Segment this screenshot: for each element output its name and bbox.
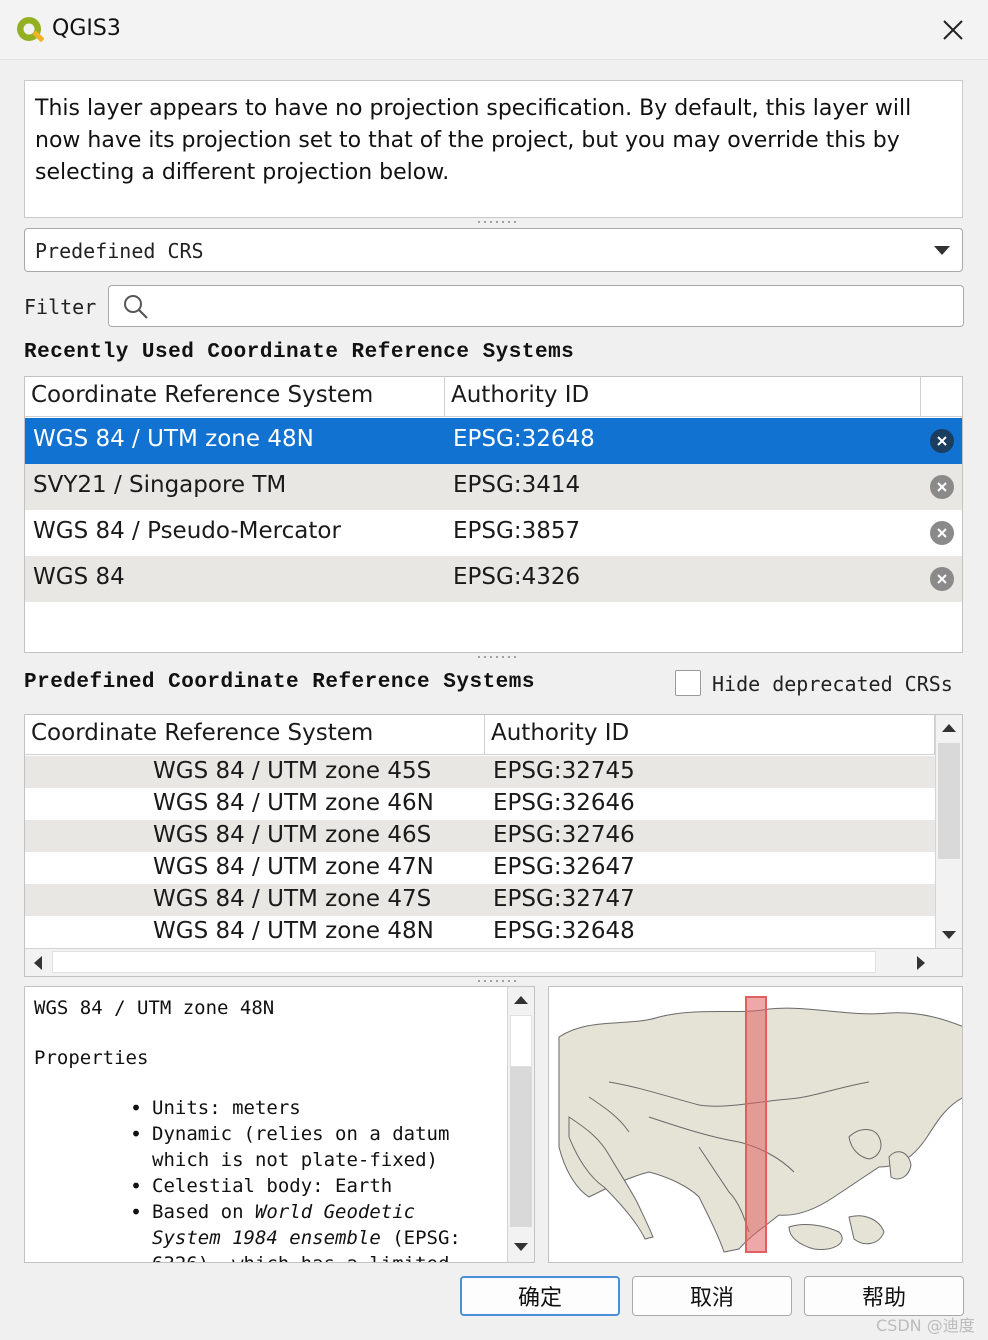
splitter-handle[interactable] bbox=[476, 979, 516, 983]
crs-name: WGS 84 / UTM zone 46S bbox=[153, 822, 432, 848]
predefined-crs-heading: Predefined Coordinate Reference Systems bbox=[24, 671, 535, 694]
crs-authority-id: EPSG:3857 bbox=[453, 518, 581, 544]
scroll-up-icon[interactable] bbox=[514, 996, 528, 1004]
cancel-button[interactable]: 取消 bbox=[632, 1276, 792, 1316]
crs-mode-select[interactable]: Predefined CRS bbox=[24, 228, 963, 272]
datum-link: World Geodetic bbox=[254, 1201, 416, 1223]
crs-authority-id: EPSG:3414 bbox=[453, 472, 581, 498]
detail-dynamic: Dynamic (relies on a datum which is not … bbox=[130, 1121, 504, 1173]
detail-celestial-body: Celestial body: Earth bbox=[130, 1173, 504, 1199]
detail-based-suffix: (EPSG: bbox=[380, 1227, 461, 1249]
table-row[interactable]: WGS 84 / UTM zone 47S EPSG:32747 bbox=[25, 884, 935, 916]
crs-name: WGS 84 / UTM zone 48N bbox=[33, 426, 314, 452]
detail-based-prefix: Based on bbox=[152, 1201, 255, 1223]
title-bar bbox=[0, 0, 988, 60]
table-row[interactable]: WGS 84 / UTM zone 45S EPSG:32745 bbox=[25, 756, 935, 788]
scroll-thumb[interactable] bbox=[52, 951, 876, 973]
predefined-col-crs[interactable]: Coordinate Reference System bbox=[25, 715, 485, 755]
table-row[interactable]: WGS 84 / UTM zone 46S EPSG:32746 bbox=[25, 820, 935, 852]
detail-based-on: Based on World Geodetic System 1984 ense… bbox=[130, 1199, 504, 1262]
crs-name: WGS 84 / UTM zone 48N bbox=[153, 918, 434, 944]
detail-based-line3: 6326), which has a limited bbox=[152, 1253, 449, 1262]
scroll-thumb[interactable] bbox=[510, 1015, 532, 1067]
close-icon bbox=[943, 20, 963, 40]
crs-authority-id: EPSG:32648 bbox=[453, 426, 595, 452]
details-crs-title: WGS 84 / UTM zone 48N bbox=[34, 997, 275, 1019]
splitter-handle[interactable] bbox=[476, 655, 516, 659]
help-button[interactable]: 帮助 bbox=[804, 1276, 964, 1316]
table-row[interactable]: SVY21 / Singapore TM EPSG:3414 bbox=[25, 464, 962, 510]
crs-name: WGS 84 / Pseudo-Mercator bbox=[33, 518, 341, 544]
hide-deprecated-checkbox[interactable] bbox=[675, 670, 701, 696]
crs-name: WGS 84 bbox=[33, 564, 125, 590]
table-row[interactable]: WGS 84 EPSG:4326 bbox=[25, 556, 962, 602]
recent-crs-table: Coordinate Reference System Authority ID… bbox=[24, 376, 963, 653]
vertical-scrollbar[interactable] bbox=[935, 715, 962, 948]
scroll-track[interactable] bbox=[510, 1067, 532, 1227]
detail-dynamic-line1: Dynamic (relies on a datum bbox=[152, 1123, 450, 1145]
scroll-left-icon[interactable] bbox=[34, 956, 42, 970]
world-map bbox=[549, 987, 962, 1262]
crs-mode-value: Predefined CRS bbox=[35, 239, 204, 263]
crs-name: WGS 84 / UTM zone 47S bbox=[153, 886, 432, 912]
scroll-down-icon[interactable] bbox=[942, 931, 956, 939]
hide-deprecated-label[interactable]: Hide deprecated CRSs bbox=[712, 672, 953, 696]
filter-label: Filter bbox=[24, 295, 97, 319]
search-icon bbox=[124, 295, 148, 319]
details-vertical-scrollbar[interactable] bbox=[507, 987, 534, 1262]
scroll-thumb[interactable] bbox=[938, 743, 960, 859]
crs-extent-highlight bbox=[745, 996, 767, 1253]
crs-name: WGS 84 / UTM zone 45S bbox=[153, 758, 432, 784]
crs-name: SVY21 / Singapore TM bbox=[33, 472, 287, 498]
table-row[interactable]: WGS 84 / UTM zone 47N EPSG:32647 bbox=[25, 852, 935, 884]
recent-col-authority[interactable]: Authority ID bbox=[445, 377, 921, 417]
detail-units: Units: meters bbox=[130, 1095, 504, 1121]
remove-icon[interactable] bbox=[930, 475, 954, 499]
predefined-crs-table: Coordinate Reference System Authority ID… bbox=[24, 714, 963, 977]
filter-input[interactable] bbox=[108, 285, 964, 327]
details-properties-list: Units: meters Dynamic (relies on a datum… bbox=[130, 1095, 504, 1262]
scroll-right-icon[interactable] bbox=[917, 956, 925, 970]
crs-authority-id: EPSG:32747 bbox=[493, 886, 635, 912]
qgis-logo-icon bbox=[17, 17, 45, 42]
window-title: QGIS3 bbox=[52, 16, 121, 41]
crs-authority-id: EPSG:32745 bbox=[493, 758, 635, 784]
crs-authority-id: EPSG:32646 bbox=[493, 790, 635, 816]
horizontal-scrollbar[interactable] bbox=[25, 948, 962, 976]
table-row[interactable]: WGS 84 / Pseudo-Mercator EPSG:3857 bbox=[25, 510, 962, 556]
crs-name: WGS 84 / UTM zone 46N bbox=[153, 790, 434, 816]
watermark: CSDN @迪度 bbox=[876, 1316, 975, 1335]
crs-authority-id: EPSG:32746 bbox=[493, 822, 635, 848]
table-row[interactable]: WGS 84 / UTM zone 46N EPSG:32646 bbox=[25, 788, 935, 820]
scroll-down-icon[interactable] bbox=[514, 1243, 528, 1251]
remove-icon[interactable] bbox=[930, 521, 954, 545]
close-button[interactable] bbox=[930, 10, 976, 50]
recent-col-remove bbox=[921, 377, 962, 417]
remove-icon[interactable] bbox=[930, 567, 954, 591]
recent-col-crs[interactable]: Coordinate Reference System bbox=[25, 377, 445, 417]
predefined-col-authority[interactable]: Authority ID bbox=[485, 715, 935, 755]
remove-icon[interactable] bbox=[930, 429, 954, 453]
crs-details-panel: WGS 84 / UTM zone 48N Properties Units: … bbox=[24, 986, 535, 1263]
crs-authority-id: EPSG:32648 bbox=[493, 918, 635, 944]
table-row[interactable]: WGS 84 / UTM zone 48N EPSG:32648 bbox=[25, 916, 935, 948]
crs-extent-map bbox=[548, 986, 963, 1263]
detail-dynamic-line2: which is not plate-fixed) bbox=[152, 1149, 438, 1171]
scroll-up-icon[interactable] bbox=[942, 724, 956, 732]
ok-button[interactable]: 确定 bbox=[460, 1276, 620, 1316]
table-row[interactable]: WGS 84 / UTM zone 48N EPSG:32648 bbox=[25, 418, 962, 464]
crs-name: WGS 84 / UTM zone 47N bbox=[153, 854, 434, 880]
crs-authority-id: EPSG:4326 bbox=[453, 564, 581, 590]
chevron-down-icon bbox=[934, 246, 950, 255]
details-properties-heading: Properties bbox=[34, 1047, 149, 1069]
datum-ensemble: System 1984 ensemble bbox=[152, 1227, 381, 1249]
splitter-handle[interactable] bbox=[476, 220, 516, 224]
recent-crs-heading: Recently Used Coordinate Reference Syste… bbox=[24, 341, 575, 364]
projection-message: This layer appears to have no projection… bbox=[24, 80, 963, 218]
crs-authority-id: EPSG:32647 bbox=[493, 854, 635, 880]
